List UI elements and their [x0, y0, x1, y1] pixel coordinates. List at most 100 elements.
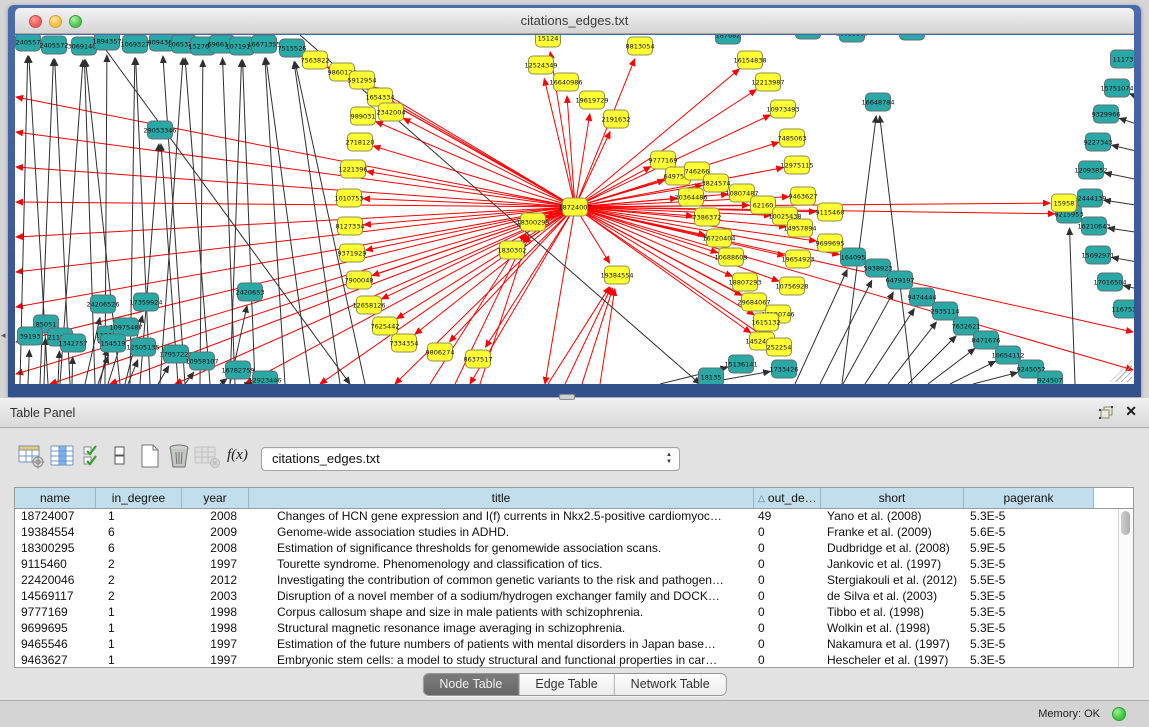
graph-node-9329966[interactable]: 9329966 — [1092, 105, 1121, 123]
graph-node-29053346[interactable]: 29053346 — [143, 121, 176, 139]
graph-node-1944402[interactable]: 1944402 — [794, 35, 823, 39]
citation-edge-black[interactable] — [220, 379, 227, 384]
graph-node-8637517[interactable]: 8637517 — [464, 350, 493, 368]
citation-edge-black[interactable] — [128, 360, 138, 384]
pane-splitter-handle[interactable] — [559, 394, 575, 400]
citation-edge-red[interactable] — [16, 207, 575, 272]
tab-network-table[interactable]: Network Table — [615, 674, 726, 695]
column-header-title[interactable]: title — [249, 488, 754, 508]
select-columns-icon[interactable] — [82, 441, 104, 469]
graph-node-9474444[interactable]: 9474444 — [908, 288, 937, 306]
zoom-window-icon[interactable] — [69, 15, 82, 28]
graph-node-9371929[interactable]: 9371929 — [338, 244, 367, 262]
graph-node-2420653[interactable]: 2420653 — [236, 283, 265, 301]
graph-node-18135[interactable]: 18135 — [699, 368, 724, 384]
row-height-icon[interactable] — [113, 441, 127, 469]
citation-edge-black[interactable] — [265, 58, 285, 384]
graph-node-7563822[interactable]: 7563822 — [301, 51, 330, 69]
graph-node-10688609[interactable]: 10688609 — [714, 248, 747, 266]
graph-node-1615132[interactable]: 1615132 — [752, 313, 781, 331]
close-panel-icon[interactable]: ✕ — [1125, 403, 1137, 420]
citation-edge-black[interactable] — [158, 366, 169, 384]
citation-edge-black[interactable] — [266, 58, 310, 384]
table-row[interactable]: 1456911722003Disruption of a novel membe… — [15, 589, 1118, 605]
tab-edge-table[interactable]: Edge Table — [519, 674, 614, 695]
citation-edge-black[interactable] — [84, 60, 95, 384]
graph-node-15136141[interactable]: 15136141 — [724, 355, 757, 373]
graph-node-10975487[interactable]: 10975487 — [109, 318, 142, 336]
column-header-short[interactable]: short — [821, 488, 964, 508]
citation-edge-red[interactable] — [374, 87, 575, 207]
graph-node-1221396[interactable]: 1221396 — [339, 160, 368, 178]
memory-ok-icon[interactable] — [1112, 707, 1126, 721]
table-row[interactable]: 946554611997Estimation of the future num… — [15, 637, 1118, 653]
graph-node-16671355[interactable]: 16671355 — [247, 35, 280, 53]
citation-edge-black[interactable] — [880, 116, 912, 384]
graph-node-18724007[interactable]: 18724007 — [558, 198, 591, 216]
graph-node-15692971[interactable]: 15692971 — [1081, 246, 1114, 264]
graph-node-8813054[interactable]: 8813054 — [626, 37, 655, 55]
float-panel-icon[interactable] — [1099, 406, 1115, 420]
table-row[interactable]: 1872400712008Changes of HCN gene express… — [15, 509, 1118, 525]
graph-node-1342757[interactable]: 1342757 — [59, 334, 88, 352]
graph-node-19619729[interactable]: 19619729 — [575, 91, 608, 109]
graph-node-7900048[interactable]: 7900048 — [345, 271, 374, 289]
graph-node-12923446[interactable]: 12923446 — [248, 371, 281, 384]
graph-node-9462733[interactable]: 9462733 — [898, 35, 927, 40]
citation-edge-black[interactable] — [1105, 173, 1134, 182]
column-header-pagerank[interactable]: pagerank — [964, 488, 1094, 508]
graph-node-16648784[interactable]: 16648784 — [861, 93, 894, 111]
table-row[interactable]: 946362711997Embryonic stem cells: a mode… — [15, 653, 1118, 667]
citation-edge-black[interactable] — [243, 60, 255, 384]
citation-edge-black[interactable] — [28, 350, 29, 384]
graph-node-11173[interactable]: 11173 — [1111, 50, 1135, 68]
citation-edge-black[interactable] — [44, 338, 46, 384]
function-builder-icon[interactable]: f(x) — [227, 441, 248, 469]
citation-edge-red[interactable] — [548, 287, 610, 384]
graph-node-7485063[interactable]: 7485063 — [778, 129, 807, 147]
delete-table-icon[interactable] — [167, 441, 192, 469]
graph-node-12524349[interactable]: 12524349 — [524, 56, 557, 74]
citation-edge-red[interactable] — [16, 167, 575, 207]
citation-edge-black[interactable] — [160, 58, 183, 384]
graph-node-1733426[interactable]: 1733426 — [770, 360, 799, 378]
graph-node-12975115[interactable]: 12975115 — [780, 156, 813, 174]
graph-node-9227343[interactable]: 9227343 — [1084, 133, 1113, 151]
citation-edge-black[interactable] — [1069, 228, 1075, 384]
graph-node-7334354[interactable]: 7334354 — [390, 334, 419, 352]
graph-node-2342004[interactable]: 2342004 — [377, 103, 406, 121]
graph-node-1167533[interactable]: 1167533 — [1112, 300, 1134, 318]
column-header-year[interactable]: year — [182, 488, 249, 508]
graph-node-16640986[interactable]: 16640986 — [549, 73, 582, 91]
column-header-name[interactable]: name — [15, 488, 96, 508]
graph-node-12444139[interactable]: 12444139 — [1073, 189, 1106, 207]
citation-edge-black[interactable] — [185, 372, 194, 384]
table-settings-icon[interactable] — [18, 441, 45, 469]
citation-edge-black[interactable] — [888, 322, 936, 384]
citation-edge-black[interactable] — [1112, 257, 1134, 264]
graph-node-12213987[interactable]: 12213987 — [751, 73, 784, 91]
graph-node-19654923[interactable]: 19654923 — [781, 250, 814, 268]
close-window-icon[interactable] — [29, 15, 42, 28]
citation-edge-black[interactable] — [294, 62, 340, 384]
graph-node-9463627[interactable]: 9463627 — [789, 187, 818, 205]
citation-edge-black[interactable] — [1119, 118, 1134, 128]
graph-node-12505135[interactable]: 12505135 — [126, 338, 159, 356]
graph-node-2405572[interactable]: 2405572 — [40, 36, 69, 54]
graph-node-10756928[interactable]: 10756928 — [775, 277, 808, 295]
citation-edge-black[interactable] — [85, 318, 100, 384]
graph-node-924507[interactable]: 924507 — [1038, 371, 1063, 384]
citation-edge-black[interactable] — [928, 348, 975, 384]
graph-node-164095[interactable]: 164095 — [841, 248, 866, 266]
graph-node-2718120[interactable]: 2718120 — [346, 133, 375, 151]
citation-edge-black[interactable] — [185, 58, 210, 384]
graph-node-8471676[interactable]: 8471676 — [972, 331, 1001, 349]
graph-node-252254[interactable]: 252254 — [767, 338, 792, 356]
citation-edge-red[interactable] — [575, 59, 635, 207]
table-row[interactable]: 969969511998Structural magnetic resonanc… — [15, 621, 1118, 637]
graph-node-240557[interactable]: 240557 — [16, 35, 41, 51]
graph-node-24206526[interactable]: 24206526 — [86, 295, 119, 313]
graph-node-16720404[interactable]: 16720404 — [702, 229, 735, 247]
citation-edge-red[interactable] — [565, 288, 611, 384]
network-window-titlebar[interactable]: citations_edges.txt — [15, 8, 1134, 34]
